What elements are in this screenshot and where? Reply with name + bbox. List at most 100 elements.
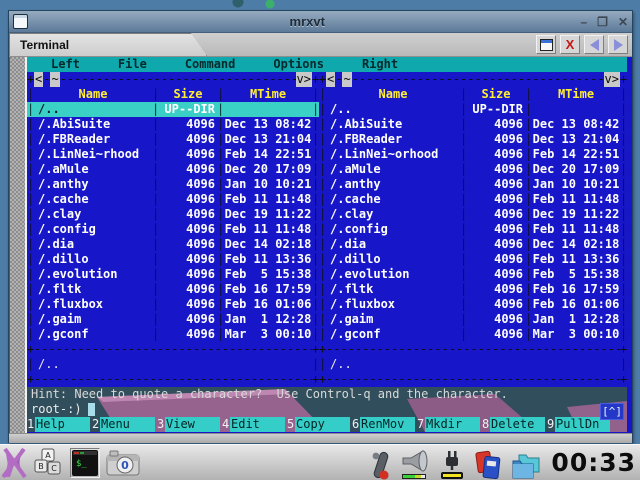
shell-prompt-line[interactable]: root-:) [^]: [27, 402, 627, 417]
titlebar[interactable]: mrxvt – ❐ ✕: [9, 11, 632, 33]
menu-item-command[interactable]: Command: [185, 57, 236, 72]
file-row[interactable]: |/.dillo|4096|Feb 11 13:36|: [27, 252, 319, 267]
file-size: 4096: [467, 207, 525, 222]
fkey-number: 2: [92, 417, 100, 432]
prev-tab-button[interactable]: [584, 35, 604, 54]
file-size: 4096: [467, 147, 525, 162]
file-name: /.gconf: [326, 327, 460, 342]
file-row[interactable]: |/.gconf|4096|Mar 3 00:10|: [27, 327, 319, 342]
fkey-6-renmov[interactable]: 6RenMov: [352, 417, 417, 432]
fkey-3-view[interactable]: 3View: [157, 417, 222, 432]
fkey-number: 8: [482, 417, 490, 432]
file-mtime: Feb 11 13:36: [224, 252, 312, 267]
new-tab-button[interactable]: [536, 35, 556, 54]
file-row[interactable]: |/.dia|4096|Dec 14 02:18|: [27, 237, 319, 252]
screenshot-camera-icon[interactable]: 0: [106, 450, 140, 476]
panel-back-button[interactable]: <: [326, 72, 335, 87]
file-row[interactable]: |/.cache|4096|Feb 11 11:48|: [27, 192, 319, 207]
menu-item-file[interactable]: File: [118, 57, 147, 72]
file-size: 4096: [467, 237, 525, 252]
file-row[interactable]: |/.fluxbox|4096|Feb 16 01:06|: [27, 297, 319, 312]
file-size: 4096: [159, 222, 217, 237]
file-row[interactable]: |/.config|4096|Feb 11 11:48|: [319, 222, 627, 237]
panel-home-button[interactable]: ~: [342, 72, 351, 87]
file-row[interactable]: |/.aMule|4096|Dec 20 17:09|: [27, 162, 319, 177]
column-header-size[interactable]: Size: [467, 87, 525, 102]
column-header-mtime[interactable]: MTime: [532, 87, 620, 102]
file-size: 4096: [159, 252, 217, 267]
panel-back-button[interactable]: <: [34, 72, 43, 87]
file-row[interactable]: |/..|UP--DIR||: [27, 102, 319, 117]
file-row[interactable]: |/.clay|4096|Dec 19 11:22|: [319, 207, 627, 222]
file-row[interactable]: |/.AbiSuite|4096|Dec 13 08:42|: [319, 117, 627, 132]
file-row[interactable]: |/.FBReader|4096|Dec 13 21:04|: [27, 132, 319, 147]
next-tab-button[interactable]: [608, 35, 628, 54]
file-row[interactable]: |/.cache|4096|Feb 11 11:48|: [319, 192, 627, 207]
file-row[interactable]: |/.gconf|4096|Mar 3 00:10|: [319, 327, 627, 342]
scroll-indicator-badge[interactable]: [^]: [600, 403, 624, 420]
file-row[interactable]: |/.clay|4096|Dec 19 11:22|: [27, 207, 319, 222]
maximize-icon[interactable]: ❐: [597, 15, 608, 29]
panel-home-button[interactable]: ~: [50, 72, 59, 87]
fkey-4-edit[interactable]: 4Edit: [222, 417, 287, 432]
file-mtime: Feb 14 22:51: [532, 147, 620, 162]
file-row[interactable]: |/.fltk|4096|Feb 16 17:59|: [27, 282, 319, 297]
fkey-5-copy[interactable]: 5Copy: [287, 417, 352, 432]
minimize-icon[interactable]: –: [580, 15, 587, 29]
file-size: 4096: [159, 147, 217, 162]
x-window-logo-icon[interactable]: [2, 448, 28, 478]
file-name: /..: [326, 102, 460, 117]
close-icon[interactable]: ✕: [618, 15, 628, 29]
menu-item-left[interactable]: Left: [51, 57, 80, 72]
file-row[interactable]: |/.fltk|4096|Feb 16 17:59|: [319, 282, 627, 297]
terminal-scrollbar[interactable]: [9, 57, 27, 433]
column-header-size[interactable]: Size: [159, 87, 217, 102]
file-size: 4096: [159, 132, 217, 147]
tab-terminal[interactable]: Terminal: [9, 33, 207, 56]
file-row[interactable]: |/.gaim|4096|Jan 1 12:28|: [27, 312, 319, 327]
file-row[interactable]: |/.fluxbox|4096|Feb 16 01:06|: [319, 297, 627, 312]
file-row[interactable]: |/.LinNei~rhood|4096|Feb 14 22:51|: [27, 147, 319, 162]
file-row[interactable]: |/.LinNei~orhood|4096|Feb 14 22:51|: [319, 147, 627, 162]
fkey-number: 7: [417, 417, 425, 432]
volume-icon[interactable]: [399, 449, 429, 480]
file-row[interactable]: |/.FBReader|4096|Dec 13 21:04|: [319, 132, 627, 147]
close-tab-button[interactable]: X: [560, 35, 580, 54]
files-icon[interactable]: [509, 451, 541, 480]
file-row[interactable]: |/.evolution|4096|Feb 5 15:38|: [319, 267, 627, 282]
file-name: /.AbiSuite: [326, 117, 460, 132]
fkey-7-mkdir[interactable]: 7Mkdir: [417, 417, 482, 432]
power-icon[interactable]: [437, 449, 467, 480]
taskbar-clock[interactable]: 00:33: [549, 445, 636, 480]
file-name: /.evolution: [34, 267, 152, 282]
file-row[interactable]: |/.anthy|4096|Jan 10 10:21|: [27, 177, 319, 192]
file-row[interactable]: |/.anthy|4096|Jan 10 10:21|: [319, 177, 627, 192]
fkey-2-menu[interactable]: 2Menu: [92, 417, 157, 432]
fkey-number: 1: [27, 417, 35, 432]
panel-resize-button[interactable]: v>: [604, 72, 620, 87]
panel-resize-button[interactable]: v>: [296, 72, 312, 87]
file-row[interactable]: |/.aMule|4096|Dec 20 17:09|: [319, 162, 627, 177]
column-header-name[interactable]: Name: [326, 87, 460, 102]
storage-cards-icon[interactable]: [475, 449, 501, 480]
fkey-number: 3: [157, 417, 165, 432]
menu-item-options[interactable]: Options: [273, 57, 324, 72]
file-row[interactable]: |/.dia|4096|Dec 14 02:18|: [319, 237, 627, 252]
file-row[interactable]: |/.gaim|4096|Jan 1 12:28|: [319, 312, 627, 327]
panel-header-row: |Name|Size|MTime|: [27, 87, 319, 102]
file-row[interactable]: |/.evolution|4096|Feb 5 15:38|: [27, 267, 319, 282]
file-row[interactable]: |/..|UP--DIR||: [319, 102, 627, 117]
input-method-keys-icon[interactable]: A B C: [34, 448, 64, 478]
file-row[interactable]: |/.config|4096|Feb 11 11:48|: [27, 222, 319, 237]
file-row[interactable]: |/.AbiSuite|4096|Dec 13 08:42|: [27, 117, 319, 132]
column-header-mtime[interactable]: MTime: [224, 87, 312, 102]
menu-item-right[interactable]: Right: [362, 57, 398, 72]
fkey-8-delete[interactable]: 8Delete: [482, 417, 547, 432]
phone-icon[interactable]: [369, 451, 391, 480]
file-mtime: Feb 16 01:06: [224, 297, 312, 312]
terminal-launcher-icon[interactable]: $_: [70, 448, 100, 478]
file-row[interactable]: |/.dillo|4096|Feb 11 13:36|: [319, 252, 627, 267]
column-header-name[interactable]: Name: [34, 87, 152, 102]
window-menu-icon[interactable]: [13, 14, 28, 29]
fkey-1-help[interactable]: 1Help: [27, 417, 92, 432]
